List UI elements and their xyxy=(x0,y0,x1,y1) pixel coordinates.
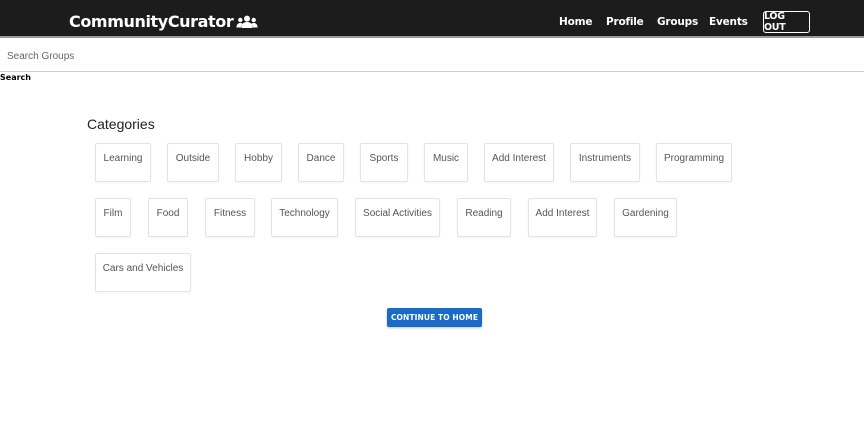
brand-name: CommunityCurator xyxy=(69,12,234,31)
nav-events-link[interactable]: Events xyxy=(709,16,748,28)
category-chip[interactable]: Programming xyxy=(656,143,732,182)
category-chip[interactable]: Add Interest xyxy=(484,143,554,182)
category-chip[interactable]: Sports xyxy=(360,143,408,182)
category-chip[interactable]: Dance xyxy=(298,143,344,182)
category-chip[interactable]: Reading xyxy=(457,198,511,237)
category-chip[interactable]: Film xyxy=(95,198,131,237)
category-chip[interactable]: Gardening xyxy=(614,198,677,237)
categories-title: Categories xyxy=(87,116,155,132)
nav-home-link[interactable]: Home xyxy=(559,16,592,28)
category-chip[interactable]: Instruments xyxy=(570,143,640,182)
navbar: CommunityCurator Home Profile Groups Eve… xyxy=(0,0,864,38)
users-icon xyxy=(236,15,258,28)
search-input[interactable] xyxy=(0,41,864,72)
continue-to-home-button[interactable]: CONTINUE TO HOME xyxy=(387,308,482,327)
category-chip[interactable]: Hobby xyxy=(235,143,282,182)
category-chip[interactable]: Social Activities xyxy=(355,198,440,237)
category-chip[interactable]: Food xyxy=(148,198,188,237)
category-chip[interactable]: Music xyxy=(424,143,468,182)
nav-profile-link[interactable]: Profile xyxy=(606,16,644,28)
search-label: Search xyxy=(0,73,31,82)
brand-logo[interactable]: CommunityCurator xyxy=(69,12,258,31)
category-chip[interactable]: Learning xyxy=(95,143,151,182)
logout-button[interactable]: LOG OUT xyxy=(763,11,810,33)
category-chip[interactable]: Outside xyxy=(167,143,219,182)
nav-groups-link[interactable]: Groups xyxy=(657,16,698,28)
category-chip[interactable]: Fitness xyxy=(205,198,255,237)
category-chip[interactable]: Cars and Vehicles xyxy=(95,253,191,292)
category-chip[interactable]: Technology xyxy=(271,198,338,237)
category-chip[interactable]: Add Interest xyxy=(528,198,597,237)
